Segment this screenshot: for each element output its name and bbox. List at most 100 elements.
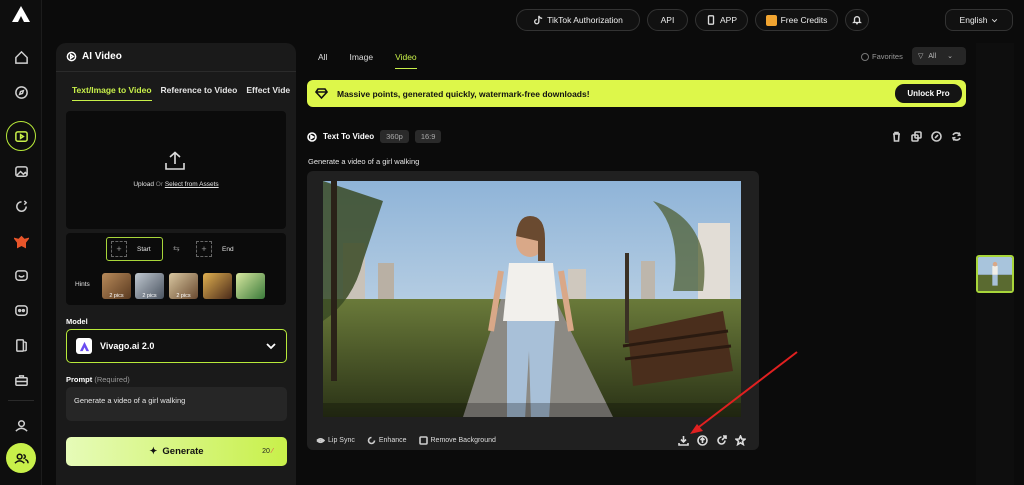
resolution-tag: 360p [380, 130, 409, 143]
community-icon[interactable] [6, 443, 36, 473]
end-label: End [222, 245, 234, 253]
swap-icon[interactable]: ⇆ [173, 244, 180, 253]
image-icon[interactable] [10, 160, 32, 182]
start-frame-button[interactable]: + Start [106, 237, 163, 261]
credit-icon: ⁄ [271, 448, 273, 455]
video-card: Lip Sync Enhance Remove Background [307, 171, 759, 450]
enhance-icon[interactable] [10, 195, 32, 217]
language-select[interactable]: English [945, 9, 1013, 31]
mode-label: Text To Video [323, 132, 375, 141]
tiktok-authorization-button[interactable]: TikTok Authorization [516, 9, 640, 31]
cost-value: 20 [262, 448, 270, 455]
generate-button[interactable]: ✦ Generate 20 ⁄ [66, 437, 287, 466]
rail-divider [8, 400, 34, 401]
prompt-label-text: Prompt [66, 375, 93, 384]
compass-icon[interactable] [10, 81, 32, 103]
banner-text: Massive points, generated quickly, water… [337, 89, 590, 99]
hint-thumbnail[interactable]: 2 pics [135, 273, 164, 299]
video-tools: Lip Sync Enhance Remove Background [316, 436, 496, 445]
panel-title: AI Video [66, 51, 122, 62]
notification-button[interactable] [845, 9, 869, 31]
enhance-icon [367, 436, 376, 445]
character-icon[interactable] [10, 230, 32, 252]
download-icon[interactable] [678, 435, 689, 446]
panel-divider [56, 71, 296, 72]
free-credits-button[interactable]: Free Credits [755, 9, 838, 31]
tiktok-icon [534, 15, 543, 25]
lip-sync-label: Lip Sync [328, 437, 355, 444]
link-icon[interactable] [911, 131, 922, 142]
model-select[interactable]: Vivago.ai 2.0 [66, 329, 287, 363]
upload-icon [165, 151, 185, 170]
api-button[interactable]: API [647, 9, 688, 31]
cards-icon[interactable] [10, 334, 32, 356]
remove-background-label: Remove Background [430, 437, 496, 444]
prompt-input[interactable]: Generate a video of a girl walking [66, 387, 287, 421]
history-thumbnail[interactable] [976, 255, 1014, 293]
upload-area[interactable]: Upload Or Select from Assets [66, 111, 286, 229]
edit-icon[interactable] [931, 131, 942, 142]
thumbnail-image [978, 257, 1012, 291]
filter-select[interactable]: ▽ All ⌄ [912, 47, 966, 65]
generate-cost: 20 ⁄ [262, 448, 273, 455]
tab-effect-video[interactable]: Effect Vide [246, 85, 290, 95]
model-label: Model [66, 317, 88, 326]
remove-background-button[interactable]: Remove Background [418, 436, 496, 445]
upload-text: Upload Or Select from Assets [66, 181, 286, 188]
plus-icon: + [111, 241, 127, 257]
hint-count: 2 pics [109, 293, 124, 299]
unlock-pro-button[interactable]: Unlock Pro [895, 84, 962, 103]
hint-thumbnail[interactable]: 2 pics [102, 273, 131, 299]
game-icon[interactable] [10, 299, 32, 321]
select-from-assets-link[interactable]: Select from Assets [165, 181, 219, 188]
prompt-text: Generate a video of a girl walking [308, 157, 420, 166]
app-button[interactable]: APP [695, 9, 748, 31]
app-label: APP [719, 15, 737, 25]
ai-video-panel: AI Video Text/Image to Video Reference t… [56, 43, 296, 485]
hint-thumbnail[interactable]: 2 pics [169, 273, 198, 299]
star-icon[interactable] [735, 435, 746, 446]
refresh-icon[interactable] [951, 131, 962, 142]
video-actions [678, 435, 746, 446]
toolbox-icon[interactable] [10, 369, 32, 391]
phone-icon [707, 15, 715, 25]
hint-thumbnail[interactable] [203, 273, 232, 299]
api-label: API [660, 15, 675, 25]
tab-video[interactable]: Video [395, 52, 417, 69]
tab-text-image-to-video[interactable]: Text/Image to Video [72, 85, 152, 101]
sparkle-icon: ✦ [149, 446, 158, 457]
ratio-tag: 16:9 [414, 130, 442, 143]
tab-image[interactable]: Image [349, 52, 373, 62]
chevron-down-icon [992, 18, 998, 22]
hint-thumbnail[interactable] [236, 273, 265, 299]
share-icon[interactable] [716, 435, 727, 446]
profile-icon[interactable] [10, 414, 32, 436]
filter-icon: ▽ [918, 53, 924, 60]
upload-or: Or [155, 181, 163, 188]
tab-all[interactable]: All [318, 52, 327, 62]
chevron-down-icon: ⌄ [947, 53, 954, 60]
video-frame-illustration [323, 181, 741, 417]
hint-count: 2 pics [142, 293, 157, 299]
generation-info: Text To Video 360p 16:9 [307, 130, 442, 143]
plus-icon: + [196, 241, 212, 257]
prompt-required: (Required) [94, 375, 130, 384]
start-label: Start [137, 245, 151, 253]
generated-video[interactable] [323, 181, 741, 417]
logo-icon[interactable] [12, 6, 30, 22]
lip-sync-button[interactable]: Lip Sync [316, 436, 355, 445]
prompt-label: Prompt (Required) [66, 375, 130, 384]
upload-icon[interactable] [697, 435, 708, 446]
tab-reference-to-video[interactable]: Reference to Video [161, 85, 238, 95]
filter-value: All [928, 52, 937, 60]
enhance-button[interactable]: Enhance [367, 436, 407, 445]
home-icon[interactable] [10, 46, 32, 68]
video-icon[interactable] [6, 121, 36, 151]
trash-icon[interactable] [891, 131, 902, 142]
vivago-logo-icon [76, 338, 92, 354]
end-frame-button[interactable]: + End [196, 237, 246, 261]
favorites-toggle[interactable]: Favorites [861, 52, 903, 61]
generate-label: Generate [162, 446, 204, 457]
tiktok-label: TikTok Authorization [547, 15, 623, 25]
chat-icon[interactable] [10, 264, 32, 286]
